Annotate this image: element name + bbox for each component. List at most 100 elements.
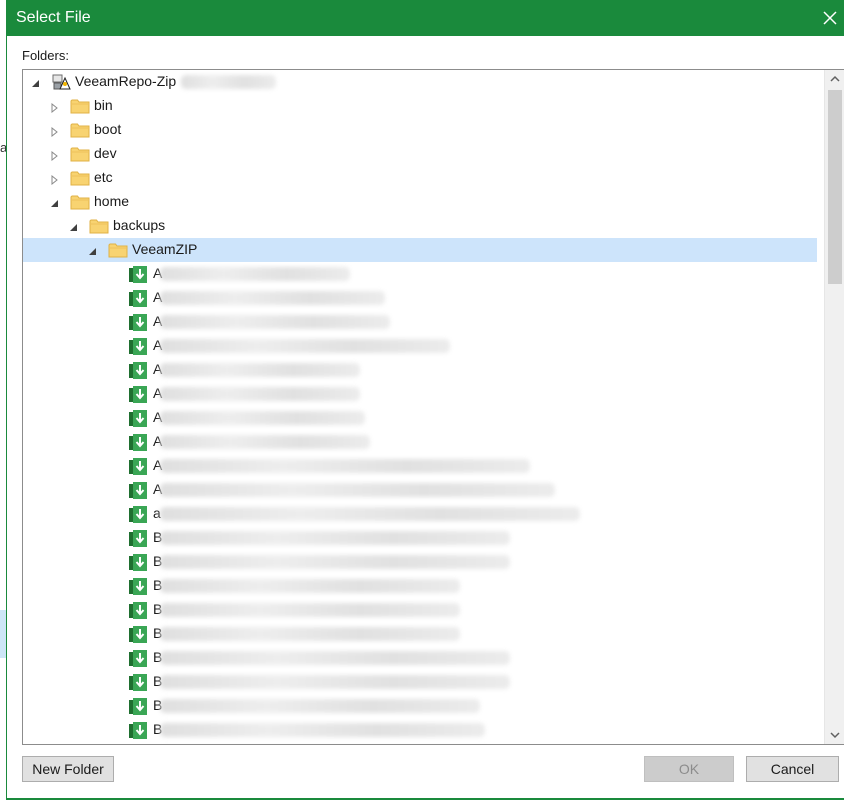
redacted-file-name (160, 627, 460, 641)
backup-file-glyph (129, 434, 147, 451)
backup-file-row[interactable]: A (23, 478, 817, 502)
folder-icon (70, 169, 90, 187)
folder-label: dev (94, 145, 117, 161)
linux-server-icon (51, 73, 71, 91)
backup-file-row[interactable]: A (23, 262, 817, 286)
folder-glyph (108, 243, 128, 258)
backup-file-row[interactable]: B (23, 574, 817, 598)
scroll-down-arrow-icon[interactable] (830, 731, 840, 739)
folder-label: home (94, 193, 130, 209)
expand-arrow-icon[interactable] (50, 148, 60, 162)
backup-file-icon (128, 289, 148, 307)
redacted-file-name (160, 579, 460, 593)
folder-row-etc[interactable]: etc (23, 166, 817, 190)
expand-arrow-icon[interactable] (50, 100, 60, 114)
folder-glyph (89, 219, 109, 234)
backup-file-row[interactable]: A (23, 382, 817, 406)
folder-label: backups (113, 217, 166, 233)
folder-row-bin[interactable]: bin (23, 94, 817, 118)
collapse-arrow-icon[interactable] (88, 244, 98, 255)
redacted-file-name (160, 507, 580, 521)
folder-glyph (70, 171, 90, 186)
folder-row-backups[interactable]: backups (23, 214, 817, 238)
backup-file-row[interactable]: B (23, 646, 817, 670)
backup-file-row[interactable]: B (23, 622, 817, 646)
scrollbar-thumb[interactable] (828, 90, 842, 284)
folder-row-boot[interactable]: boot (23, 118, 817, 142)
backup-file-row[interactable]: B (23, 718, 817, 742)
folder-icon (70, 145, 90, 163)
redacted-file-name (160, 603, 460, 617)
backup-file-icon (128, 697, 148, 715)
backup-file-icon (128, 721, 148, 739)
folders-label: Folders: (22, 48, 69, 63)
backup-file-glyph (129, 482, 147, 499)
folder-label: VeeamZIP (132, 241, 198, 257)
backup-file-row[interactable]: A (23, 310, 817, 334)
vertical-scrollbar[interactable] (824, 70, 844, 744)
backup-file-row[interactable]: a (23, 502, 817, 526)
close-icon (823, 11, 837, 25)
redacted-file-name (160, 411, 365, 425)
backup-file-row[interactable]: A (23, 334, 817, 358)
backup-file-icon (128, 457, 148, 475)
redacted-file-name (160, 363, 360, 377)
redacted-file-name (160, 387, 360, 401)
backup-file-glyph (129, 338, 147, 355)
new-folder-button[interactable]: New Folder (22, 756, 114, 782)
backup-file-glyph (129, 722, 147, 739)
redacted-file-name (160, 675, 510, 689)
folder-glyph (70, 123, 90, 138)
tree-toggle-glyph (70, 224, 77, 231)
backup-file-icon (128, 625, 148, 643)
collapse-arrow-icon[interactable] (31, 76, 41, 87)
backup-file-row[interactable]: A (23, 454, 817, 478)
scroll-up-arrow-icon[interactable] (830, 75, 840, 83)
backup-file-row[interactable]: B (23, 598, 817, 622)
expand-arrow-icon[interactable] (50, 124, 60, 138)
title-bar: Select File (7, 0, 844, 36)
close-button[interactable] (815, 0, 844, 36)
folder-glyph (70, 99, 90, 114)
backup-file-row[interactable]: B (23, 742, 817, 744)
backup-file-glyph (129, 506, 147, 523)
backup-file-icon (128, 385, 148, 403)
redacted-file-name (160, 651, 510, 665)
tree-toggle-glyph (32, 80, 39, 87)
backup-file-icon (128, 673, 148, 691)
backup-file-icon (128, 433, 148, 451)
ok-button[interactable]: OK (644, 756, 734, 782)
collapse-arrow-icon[interactable] (69, 220, 79, 231)
backup-file-icon (128, 481, 148, 499)
redacted-file-name (160, 435, 370, 449)
backup-file-glyph (129, 362, 147, 379)
backup-file-row[interactable]: A (23, 430, 817, 454)
backup-file-row[interactable]: A (23, 286, 817, 310)
backup-file-icon (128, 649, 148, 667)
tree-root-row[interactable]: VeeamRepo-Zip (23, 70, 817, 94)
redacted-file-name (160, 315, 390, 329)
backup-file-row[interactable]: B (23, 694, 817, 718)
folder-row-dev[interactable]: dev (23, 142, 817, 166)
backup-file-icon (128, 529, 148, 547)
backup-file-icon (128, 553, 148, 571)
backup-file-row[interactable]: B (23, 526, 817, 550)
expand-arrow-icon[interactable] (50, 172, 60, 186)
cancel-button[interactable]: Cancel (746, 756, 839, 782)
backup-file-icon (128, 577, 148, 595)
backup-file-glyph (129, 554, 147, 571)
folder-row-home[interactable]: home (23, 190, 817, 214)
redacted-file-name (160, 555, 510, 569)
backup-file-row[interactable]: B (23, 670, 817, 694)
folder-row-veeamzip[interactable]: VeeamZIP (23, 238, 817, 262)
folder-tree[interactable]: VeeamRepo-Zip bin boot dev etc home backups Vee… (22, 69, 844, 745)
root-label: VeeamRepo-Zip (75, 73, 177, 89)
collapse-arrow-icon[interactable] (50, 196, 60, 207)
backup-file-glyph (129, 386, 147, 403)
redacted-file-name (160, 459, 530, 473)
backup-file-row[interactable]: A (23, 406, 817, 430)
redacted-file-name (160, 699, 480, 713)
tree-toggle-glyph (51, 200, 58, 207)
backup-file-row[interactable]: B (23, 550, 817, 574)
backup-file-row[interactable]: A (23, 358, 817, 382)
